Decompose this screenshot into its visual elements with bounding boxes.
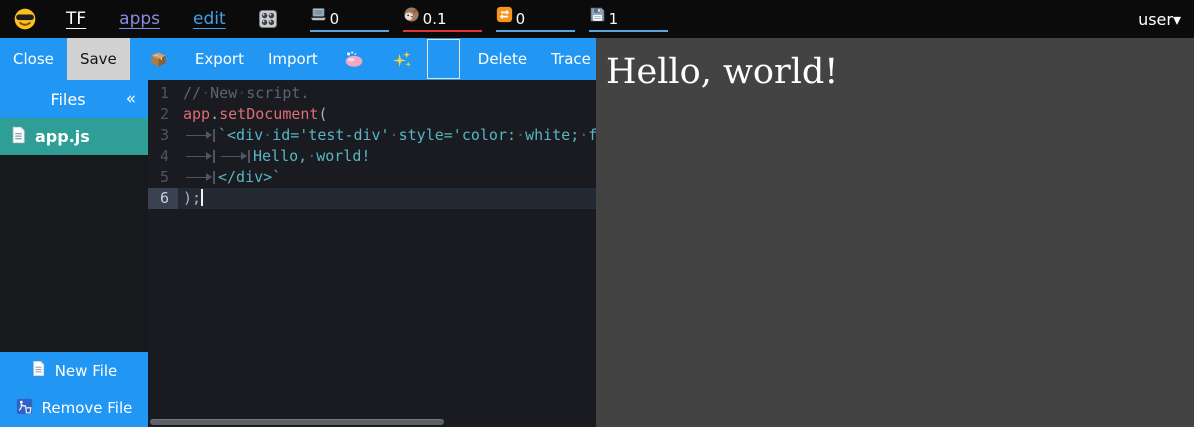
litter-bin-icon — [16, 398, 33, 419]
line-number: 3 — [148, 125, 178, 146]
editor-toolbar: Close Save Export Import — [0, 38, 596, 80]
code-token: Hello,·world! — [253, 147, 370, 165]
files-title: Files — [0, 90, 114, 109]
code-token: </div>` — [218, 168, 281, 186]
new-file-page-icon — [31, 360, 46, 381]
code-token: ); — [183, 189, 201, 207]
new-file-button[interactable]: New File — [0, 352, 148, 389]
tab-indent-marker — [183, 167, 218, 188]
sparkles-button[interactable] — [393, 50, 412, 69]
code-line[interactable]: 3 `<div·id='test-div'·style='color:·white… — [148, 125, 596, 146]
app-editor-pane: Close Save Export Import — [0, 38, 596, 427]
stat-field-storage[interactable]: 1 — [589, 6, 668, 32]
preview-heading: Hello, world! — [606, 51, 1194, 95]
new-file-label: New File — [55, 362, 118, 380]
trace-button[interactable]: Trace — [551, 50, 591, 68]
files-header: Files « — [0, 80, 148, 118]
stat-field-ram[interactable]: 0.1 — [403, 6, 482, 32]
icon-slot-input[interactable] — [427, 39, 460, 79]
stat-field-cpu[interactable]: 0 — [310, 6, 389, 32]
export-button[interactable]: Export — [195, 50, 244, 68]
code-editor[interactable]: 1 //·New·script. 2 app.setDocument(3 `<div·i… — [148, 80, 596, 427]
close-button[interactable]: Close — [13, 50, 54, 68]
workspace-row: Files « app.js — [0, 80, 596, 427]
import-button[interactable]: Import — [268, 50, 318, 68]
floppy-disk-icon — [589, 6, 606, 27]
nav-link-edit[interactable]: edit — [193, 9, 226, 29]
stat-value-loops: 0 — [516, 12, 526, 27]
main-area: Close Save Export Import — [0, 38, 1194, 427]
code-token: . — [210, 105, 219, 123]
line-number: 4 — [148, 146, 178, 167]
code-line[interactable]: 1 //·New·script. — [148, 83, 596, 104]
topbar: TF apps edit 0 — [0, 0, 1194, 38]
tab-indent-marker — [183, 125, 218, 146]
code-token: setDocument — [219, 105, 318, 123]
code-line[interactable]: 5 </div>` — [148, 167, 596, 188]
sunglasses-face-icon[interactable] — [13, 7, 37, 31]
file-item-appjs[interactable]: app.js — [0, 118, 148, 155]
code-lines: 1 //·New·script. 2 app.setDocument(3 `<div·i… — [148, 83, 596, 209]
code-line[interactable]: 4 Hello,·world! — [148, 146, 596, 167]
code-token: app — [183, 105, 210, 123]
code-token: ( — [318, 105, 327, 123]
stat-value-storage: 1 — [609, 12, 619, 27]
package-button[interactable] — [149, 50, 168, 69]
files-sidebar: Files « app.js — [0, 80, 148, 427]
delete-button[interactable]: Delete — [478, 50, 527, 68]
app-preview-panel: Hello, world! — [596, 38, 1194, 427]
save-button[interactable]: Save — [67, 38, 130, 80]
user-menu[interactable]: user▾ — [1138, 10, 1181, 29]
package-icon — [149, 50, 168, 69]
tab-indent-marker — [183, 146, 218, 167]
nav-link-apps[interactable]: apps — [119, 9, 160, 29]
stat-value-ram: 0.1 — [423, 12, 447, 27]
laptop-icon — [310, 6, 327, 27]
file-document-icon — [10, 126, 27, 148]
text-cursor — [201, 189, 203, 206]
code-token: //·New·script. — [183, 84, 309, 102]
ram-sheep-icon — [403, 6, 420, 27]
sidebar-empty-area — [0, 155, 148, 352]
sparkles-icon — [393, 50, 412, 69]
file-name: app.js — [35, 127, 90, 146]
remove-file-button[interactable]: Remove File — [0, 389, 148, 427]
line-number: 6 — [148, 188, 178, 209]
line-number: 1 — [148, 83, 178, 104]
tab-indent-marker — [218, 146, 253, 167]
horizontal-scrollbar-thumb[interactable] — [150, 419, 444, 425]
remove-file-label: Remove File — [42, 399, 133, 417]
code-line[interactable]: 2 app.setDocument( — [148, 104, 596, 125]
code-token: `<div·id='test-div'·style='color:·white;… — [218, 126, 596, 144]
stat-field-loops[interactable]: 0 — [496, 6, 575, 32]
soap-button[interactable] — [344, 50, 364, 68]
code-line[interactable]: 6); — [148, 188, 596, 209]
line-number: 5 — [148, 167, 178, 188]
repeat-arrows-icon — [496, 6, 513, 27]
soap-icon — [344, 50, 364, 68]
collapse-sidebar-button[interactable]: « — [114, 89, 148, 109]
line-number: 2 — [148, 104, 178, 125]
control-knobs-icon[interactable] — [258, 9, 278, 29]
stat-value-cpu: 0 — [330, 12, 340, 27]
brand-link[interactable]: TF — [66, 9, 86, 29]
